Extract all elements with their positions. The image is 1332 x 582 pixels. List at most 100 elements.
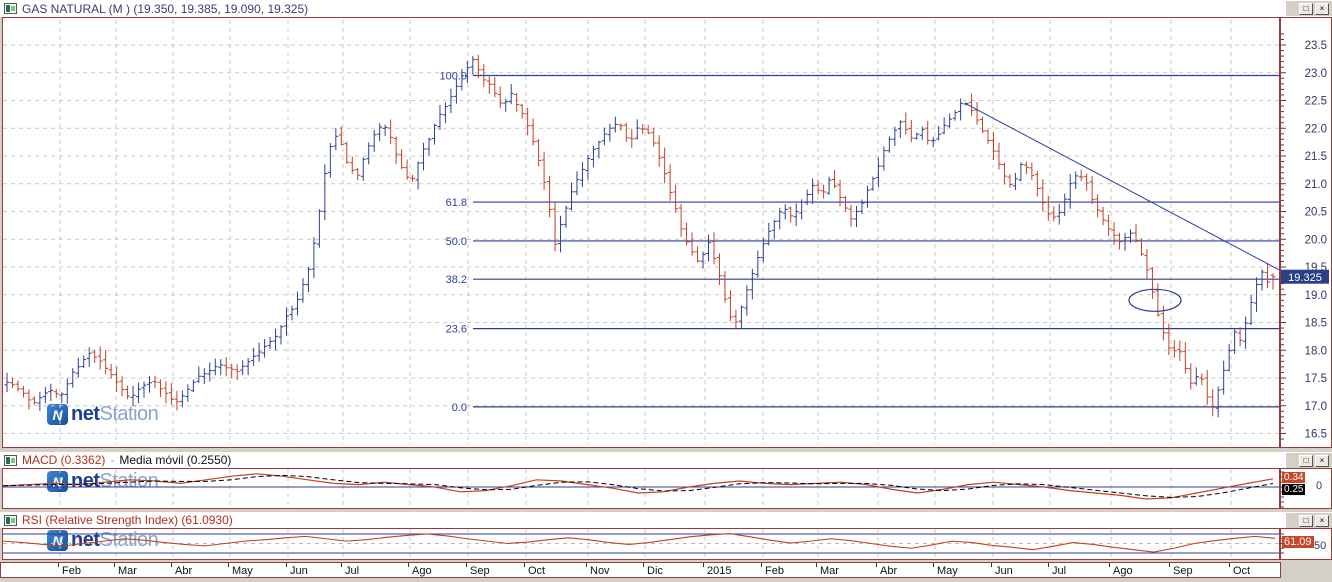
chart-icon (4, 3, 17, 14)
time-axis-tick (1048, 563, 1049, 567)
ellipse-annotation (1129, 289, 1181, 311)
chart-icon (4, 455, 17, 466)
price-axis-label: 23.0 (1305, 68, 1327, 80)
time-axis-tick (114, 563, 115, 567)
price-chart[interactable]: N netStation 100.061.850.038.223.60.0 (2, 17, 1280, 448)
rsi-panel-window-controls: □ × (1286, 513, 1332, 528)
time-axis-label: Feb (62, 565, 81, 577)
time-axis-tick (1169, 563, 1170, 567)
price-chart-svg: 100.0 61.8 50.0 38.2 23.6 0.0 (3, 18, 1279, 447)
time-axis-label: Jul (345, 565, 359, 577)
time-axis-tick (816, 563, 817, 567)
time-axis-label: Jun (995, 565, 1013, 577)
time-axis-label: Jul (1052, 565, 1066, 577)
close-button[interactable]: × (1315, 455, 1329, 467)
price-axis-label: 22.5 (1305, 96, 1327, 108)
macd-line (3, 474, 1273, 499)
maximize-button[interactable]: □ (1299, 515, 1313, 527)
price-axis-svg: 23.523.022.522.021.521.020.520.019.519.0… (1281, 18, 1331, 447)
time-axis-label: Feb (765, 565, 784, 577)
time-axis[interactable]: Feb Mar Abr May Jun Jul Ago Sep Oct Nov Dic 2015 Feb… (0, 562, 1281, 578)
ohlc-bars (5, 55, 1276, 417)
time-axis-label: May (232, 565, 253, 577)
time-axis-label: Jun (290, 565, 308, 577)
time-axis-tick (466, 563, 467, 567)
macd-title: MACD (0.3362) (22, 453, 105, 467)
fib-label: 38.2 (446, 274, 467, 286)
time-axis-tick (1229, 563, 1230, 567)
time-axis-tick (586, 563, 587, 567)
price-axis[interactable]: 23.523.022.522.021.521.020.520.019.519.0… (1280, 17, 1332, 448)
time-axis-label: 2015 (707, 565, 731, 577)
fibonacci-levels: 100.0 61.8 50.0 38.2 23.6 0.0 (439, 71, 1279, 414)
macd-zero-label: 0 (1316, 480, 1322, 492)
price-axis-label: 22.0 (1305, 123, 1327, 135)
price-axis-label: 17.5 (1305, 373, 1327, 385)
macd-value-box: 0.34 (1282, 472, 1305, 483)
time-axis-tick (408, 563, 409, 567)
rsi-title: RSI (Relative Strength Index) (61.0930) (22, 513, 233, 527)
rsi-mid-label: 50 (1314, 540, 1326, 552)
fib-label: 50.0 (446, 236, 467, 248)
maximize-button[interactable]: □ (1299, 3, 1313, 15)
time-axis-tick (524, 563, 525, 567)
netstation-app: GAS NATURAL (M ) (19.350, 19.385, 19.090… (0, 0, 1332, 582)
price-axis-label: 16.5 (1305, 429, 1327, 441)
price-axis-label: 20.5 (1305, 207, 1327, 219)
macd-panel-title-bar[interactable]: MACD (0.3362) - Media móvil (0.2550) (0, 452, 1332, 468)
rsi-svg (3, 529, 1279, 559)
time-axis-label: Nov (590, 565, 610, 577)
time-axis-label: Ago (412, 565, 432, 577)
chart-icon (4, 515, 17, 526)
time-axis-tick (1109, 563, 1110, 567)
macd-title-separator: - (110, 453, 114, 467)
time-axis-label: Mar (820, 565, 839, 577)
fib-label: 23.6 (446, 324, 467, 336)
price-panel-title: GAS NATURAL (M ) (19.350, 19.385, 19.090… (22, 2, 308, 16)
time-axis-label: Abr (175, 565, 192, 577)
time-axis-tick (761, 563, 762, 567)
rsi-chart[interactable]: N netStation (2, 528, 1280, 560)
time-axis-label: Sep (470, 565, 490, 577)
trendline (965, 103, 1279, 271)
macd-signal-line (3, 475, 1273, 497)
grid (3, 20, 1279, 445)
time-axis-tick (171, 563, 172, 567)
price-axis-label: 18.5 (1305, 318, 1327, 330)
last-price-tag-text: 19.325 (1288, 272, 1322, 284)
price-axis-label: 20.0 (1305, 234, 1327, 246)
price-axis-label: 18.0 (1305, 345, 1327, 357)
maximize-button[interactable]: □ (1299, 455, 1313, 467)
time-axis-label: Sep (1173, 565, 1193, 577)
fib-label: 0.0 (452, 402, 467, 414)
price-axis-label: 21.5 (1305, 151, 1327, 163)
time-axis-tick (991, 563, 992, 567)
rsi-panel-title-bar[interactable]: RSI (Relative Strength Index) (61.0930) (0, 512, 1332, 528)
time-axis-label: May (937, 565, 958, 577)
price-panel-title-bar[interactable]: GAS NATURAL (M ) (19.350, 19.385, 19.090… (0, 0, 1332, 17)
fib-label: 61.8 (446, 197, 467, 209)
time-axis-tick (643, 563, 644, 567)
time-axis-tick (58, 563, 59, 567)
macd-chart[interactable]: N netStation (2, 468, 1280, 509)
macd-svg (3, 469, 1279, 508)
time-axis-tick (876, 563, 877, 567)
price-axis-label: 17.0 (1305, 401, 1327, 413)
time-axis-tick (933, 563, 934, 567)
time-axis-label: Mar (118, 565, 137, 577)
macd-panel-window-controls: □ × (1286, 453, 1332, 468)
close-button[interactable]: × (1315, 3, 1329, 15)
time-axis-tick (703, 563, 704, 567)
macd-subtitle: Media móvil (0.2550) (119, 453, 231, 467)
rsi-line (3, 534, 1275, 553)
close-button[interactable]: × (1315, 515, 1329, 527)
price-axis-label: 23.5 (1305, 40, 1327, 52)
price-axis-label: 21.0 (1305, 179, 1327, 191)
time-axis-tick (286, 563, 287, 567)
time-axis-label: Dic (647, 565, 663, 577)
time-axis-tick (228, 563, 229, 567)
time-axis-label: Oct (528, 565, 545, 577)
fib-label: 100.0 (439, 71, 467, 83)
rsi-value-box: 61.09 (1282, 536, 1314, 548)
price-axis-label: 19.0 (1305, 290, 1327, 302)
